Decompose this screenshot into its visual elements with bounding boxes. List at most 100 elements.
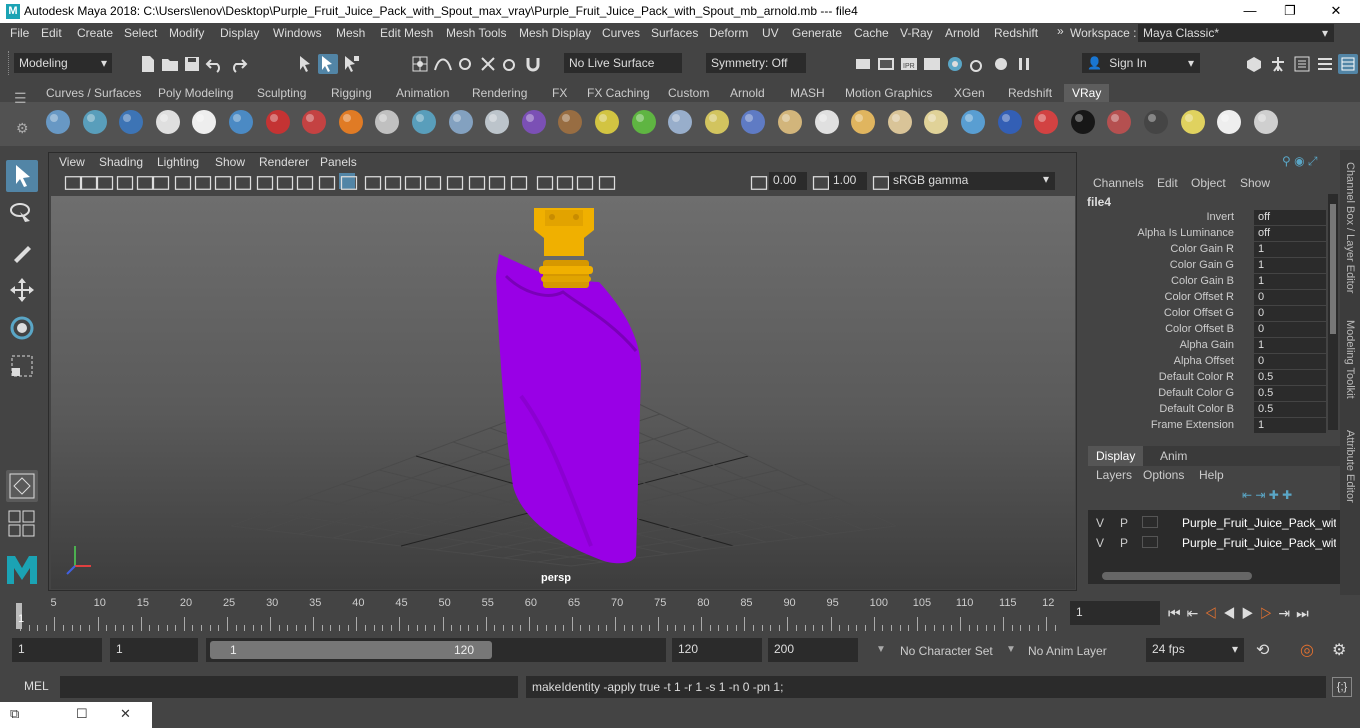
loop-icon[interactable]: ⟲ xyxy=(1256,640,1269,660)
channel-row[interactable]: Default Color R 0.5 xyxy=(1082,370,1326,386)
vray-logo-icon[interactable] xyxy=(152,106,184,138)
pause-viewport-icon[interactable] xyxy=(1014,54,1034,74)
undo-icon[interactable] xyxy=(205,54,225,74)
select-hierarchy-icon[interactable] xyxy=(296,54,316,74)
layer-row[interactable]: V P Purple_Fruit_Juice_Pack_with_Spout xyxy=(1092,514,1336,532)
bookmark-icon[interactable] xyxy=(95,173,114,190)
move-tool-icon[interactable] xyxy=(6,274,38,306)
vray-checker-icon[interactable] xyxy=(1067,106,1099,138)
lights-icon[interactable] xyxy=(403,173,422,190)
default-material-icon[interactable] xyxy=(363,173,382,190)
viewport-menu-show[interactable]: Show xyxy=(215,155,245,169)
channel-row[interactable]: Color Offset B 0 xyxy=(1082,322,1326,338)
channel-value-field[interactable]: off xyxy=(1254,210,1326,225)
image-plane-icon[interactable] xyxy=(115,173,134,190)
2d-pan-icon[interactable] xyxy=(135,173,154,190)
vray-material-icon[interactable] xyxy=(298,106,330,138)
anim-prefs-icon[interactable]: ⚙ xyxy=(1332,640,1346,660)
view-transform-icon[interactable] xyxy=(871,173,890,190)
vray-cone-light-icon[interactable] xyxy=(884,106,916,138)
channel-value-field[interactable]: 1 xyxy=(1254,258,1326,273)
anim-layer-dropdown[interactable]: No Anim Layer xyxy=(1028,644,1107,658)
scrollbar-thumb[interactable] xyxy=(1330,204,1336,334)
exposure-icon[interactable] xyxy=(749,173,768,190)
modeling-toolkit-icon[interactable] xyxy=(1244,54,1264,74)
rotate-tool-icon[interactable] xyxy=(6,312,38,344)
menu-modify[interactable]: Modify xyxy=(169,26,204,40)
snap-live-icon[interactable] xyxy=(500,54,520,74)
light-editor-icon[interactable] xyxy=(991,54,1011,74)
vray-mesh-icon[interactable] xyxy=(481,106,513,138)
new-scene-icon[interactable] xyxy=(138,54,158,74)
channel-row[interactable]: Color Gain R 1 xyxy=(1082,242,1326,258)
menu-vray[interactable]: V-Ray xyxy=(900,26,933,40)
timeline-track[interactable]: 5 10 15 20 25 30 35 40 45 50 55 60 65 70 75 80 85 90 95 100… xyxy=(14,597,1066,631)
shelf-tab-arnold[interactable]: Arnold xyxy=(722,84,773,102)
vray-render-icon[interactable] xyxy=(188,106,220,138)
go-to-start-icon[interactable]: ⏮ xyxy=(1168,605,1187,621)
step-forward-frame-icon[interactable]: ▷ xyxy=(1260,605,1279,621)
channel-object-menu[interactable]: Object xyxy=(1191,176,1226,190)
channel-value-field[interactable]: 0 xyxy=(1254,354,1326,369)
channel-row[interactable]: Default Color B 0.5 xyxy=(1082,402,1326,418)
shadows-icon[interactable] xyxy=(423,173,442,190)
ipr-render-icon[interactable]: IPR xyxy=(899,54,919,74)
shelf-tab-custom[interactable]: Custom xyxy=(660,84,718,102)
layer-color-swatch[interactable] xyxy=(1142,536,1158,548)
vray-settings-icon[interactable] xyxy=(42,106,74,138)
menu-uv[interactable]: UV xyxy=(762,26,779,40)
open-scene-icon[interactable] xyxy=(160,54,180,74)
channel-row[interactable]: Alpha Offset 0 xyxy=(1082,354,1326,370)
viewport-menu-panels[interactable]: Panels xyxy=(320,155,357,169)
restore-icon[interactable]: ⧉ xyxy=(10,706,19,722)
four-view-layout-icon[interactable] xyxy=(8,510,36,538)
vray-plane-icon[interactable] xyxy=(371,106,403,138)
channel-value-field[interactable]: 0 xyxy=(1254,290,1326,305)
ambient-occlusion-icon[interactable] xyxy=(445,173,464,190)
shelf-tab-mash[interactable]: MASH xyxy=(782,84,833,102)
side-tab-channel-box[interactable]: Channel Box / Layer Editor xyxy=(1344,162,1356,293)
smooth-shade-icon[interactable] xyxy=(339,173,358,190)
shelf-tab-xgen[interactable]: XGen xyxy=(946,84,993,102)
shelf-tab-poly-modeling[interactable]: Poly Modeling xyxy=(150,84,242,102)
channel-box-toggle-icon[interactable] xyxy=(1338,54,1358,74)
channel-row[interactable]: Color Gain G 1 xyxy=(1082,258,1326,274)
cam-attr-icon[interactable] xyxy=(79,173,98,190)
xray-icon[interactable] xyxy=(555,173,574,190)
vray-cone-icon[interactable] xyxy=(445,106,477,138)
vray-sphere-icon[interactable] xyxy=(225,106,257,138)
menu-more-icon[interactable]: » xyxy=(1057,24,1064,38)
vray-fire-icon[interactable] xyxy=(335,106,367,138)
hypershade-icon[interactable] xyxy=(945,54,965,74)
save-scene-icon[interactable] xyxy=(182,54,202,74)
shelf-tab-sculpting[interactable]: Sculpting xyxy=(249,84,315,102)
menu-file[interactable]: File xyxy=(10,26,29,40)
help-menu[interactable]: Help xyxy=(1199,468,1224,482)
menu-edit-mesh[interactable]: Edit Mesh xyxy=(380,26,433,40)
fps-dropdown[interactable]: 24 fps ▾ xyxy=(1146,638,1244,662)
viewport-menu-shading[interactable]: Shading xyxy=(99,155,143,169)
step-back-key-icon[interactable]: ⇤ xyxy=(1187,605,1205,621)
field-chart-icon[interactable] xyxy=(255,173,274,190)
shelf-tab-vray[interactable]: VRay xyxy=(1064,84,1110,102)
maximize-icon[interactable]: ☐ xyxy=(76,706,88,722)
vray-proxy-icon[interactable] xyxy=(518,106,550,138)
symmetry-dropdown[interactable]: Symmetry: Off xyxy=(706,53,806,73)
script-editor-icon[interactable]: {;} xyxy=(1332,677,1352,697)
command-input[interactable] xyxy=(60,676,518,698)
channel-row[interactable]: Frame Extension 1 xyxy=(1082,418,1326,434)
vray-bulb-icon[interactable] xyxy=(1177,106,1209,138)
menu-windows[interactable]: Windows xyxy=(273,26,322,40)
menu-create[interactable]: Create xyxy=(77,26,113,40)
xray-components-icon[interactable] xyxy=(597,173,616,190)
menu-generate[interactable]: Generate xyxy=(792,26,842,40)
layers-menu[interactable]: Layers xyxy=(1096,468,1132,482)
render-setup-icon[interactable] xyxy=(968,54,988,74)
auto-key-icon[interactable]: ◎ xyxy=(1300,640,1314,660)
shelf-tab-redshift[interactable]: Redshift xyxy=(1000,84,1061,102)
current-frame-field[interactable]: 1 xyxy=(1070,601,1160,625)
3d-viewport[interactable]: persp xyxy=(51,196,1075,589)
go-to-end-icon[interactable]: ⏭ xyxy=(1296,605,1315,621)
channel-value-field[interactable]: off xyxy=(1254,226,1326,241)
layer-visibility-toggle[interactable]: V xyxy=(1096,516,1104,530)
